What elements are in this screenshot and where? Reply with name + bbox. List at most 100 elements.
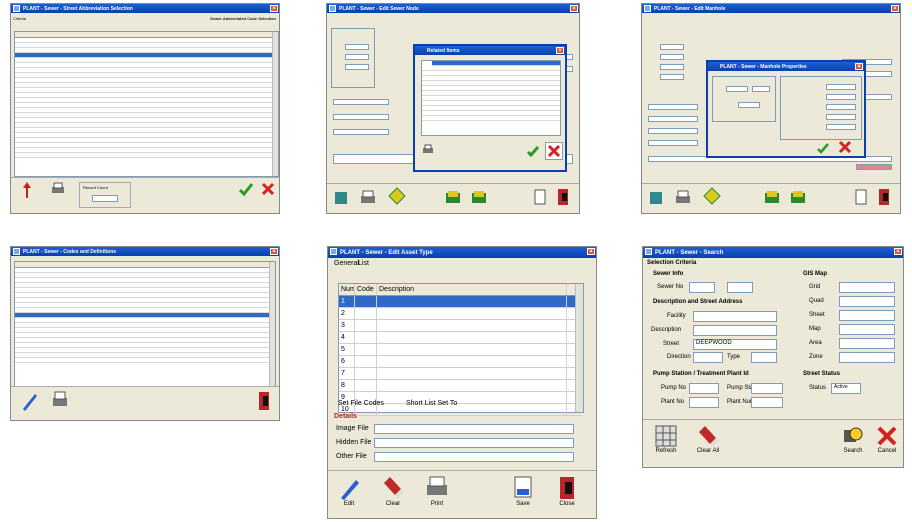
- exit-door-icon[interactable]: [876, 187, 894, 207]
- ok-button[interactable]: [525, 144, 541, 158]
- field[interactable]: [752, 86, 770, 92]
- refresh-button[interactable]: Refresh: [651, 424, 681, 454]
- scrollbar[interactable]: [269, 262, 275, 386]
- delete-button[interactable]: [421, 144, 435, 156]
- edit-button[interactable]: [19, 390, 39, 412]
- edit-icon[interactable]: [648, 188, 666, 208]
- table-row[interactable]: 4: [339, 332, 583, 344]
- cancel-button[interactable]: [259, 181, 277, 197]
- exit-button[interactable]: [255, 390, 275, 412]
- plant-num-select[interactable]: [751, 397, 783, 408]
- status-select[interactable]: Active: [831, 383, 861, 394]
- field[interactable]: [648, 116, 698, 122]
- type-select[interactable]: [751, 352, 777, 363]
- description-input[interactable]: [693, 325, 777, 336]
- pump-no-select[interactable]: [689, 383, 719, 394]
- street-input[interactable]: DEEPWOOD: [693, 339, 777, 350]
- table-row[interactable]: 2: [339, 308, 583, 320]
- clear-all-button[interactable]: Clear All: [693, 424, 723, 454]
- field[interactable]: [826, 124, 856, 130]
- close-icon[interactable]: ×: [570, 5, 578, 12]
- field[interactable]: [660, 64, 684, 70]
- map-input[interactable]: [839, 324, 895, 335]
- close-icon[interactable]: ×: [587, 248, 595, 255]
- printer-icon[interactable]: [359, 188, 377, 208]
- facility-input[interactable]: [693, 311, 777, 322]
- field[interactable]: [660, 44, 684, 50]
- table-row[interactable]: 8: [339, 380, 583, 392]
- field[interactable]: [826, 94, 856, 100]
- close-icon[interactable]: ×: [270, 248, 278, 255]
- sewer-no-to-input[interactable]: [727, 282, 753, 293]
- field[interactable]: [333, 114, 389, 120]
- close-icon[interactable]: ×: [855, 63, 863, 70]
- printer-icon[interactable]: [674, 188, 692, 208]
- ok-button[interactable]: [237, 181, 255, 197]
- other-file-input[interactable]: [374, 452, 574, 462]
- table-row[interactable]: 7: [339, 368, 583, 380]
- area-input[interactable]: [839, 338, 895, 349]
- delete-button[interactable]: [49, 390, 71, 410]
- field[interactable]: [726, 86, 748, 92]
- clear-button[interactable]: Clear: [380, 475, 406, 507]
- pump-sta-select[interactable]: [751, 383, 783, 394]
- print-button[interactable]: [47, 181, 69, 197]
- field[interactable]: [738, 102, 760, 108]
- close-icon[interactable]: ×: [556, 47, 564, 54]
- field[interactable]: [826, 104, 856, 110]
- field[interactable]: [826, 114, 856, 120]
- field[interactable]: [333, 99, 389, 105]
- tab-list[interactable]: List: [358, 260, 369, 267]
- direction-select[interactable]: [693, 352, 723, 363]
- close-button[interactable]: Close: [554, 475, 580, 507]
- close-icon[interactable]: ×: [894, 248, 902, 255]
- field[interactable]: [333, 129, 389, 135]
- field[interactable]: [660, 74, 684, 80]
- remove-button[interactable]: [17, 181, 37, 199]
- table-row[interactable]: 5: [339, 344, 583, 356]
- field[interactable]: [345, 44, 369, 50]
- edit-icon[interactable]: [333, 188, 351, 208]
- save-button[interactable]: Save: [510, 475, 536, 507]
- grid-input[interactable]: [839, 282, 895, 293]
- close-icon[interactable]: ×: [891, 5, 899, 12]
- field[interactable]: [345, 54, 369, 60]
- search-button[interactable]: Search: [839, 424, 867, 454]
- plant-no-select[interactable]: [689, 397, 719, 408]
- folder-icon[interactable]: [445, 190, 461, 204]
- table-row[interactable]: 1: [339, 296, 583, 308]
- field[interactable]: [660, 54, 684, 60]
- folder-icon[interactable]: [790, 190, 806, 204]
- subtab-set-file-codes[interactable]: Set File Codes: [338, 400, 384, 407]
- field[interactable]: [648, 140, 698, 146]
- hidden-file-input[interactable]: [374, 438, 574, 448]
- field[interactable]: [345, 64, 369, 70]
- save-icon[interactable]: [533, 188, 547, 206]
- field[interactable]: [826, 84, 856, 90]
- table-row[interactable]: 6: [339, 356, 583, 368]
- exit-door-icon[interactable]: [555, 187, 573, 207]
- save-icon[interactable]: [854, 188, 868, 206]
- scrollbar[interactable]: [272, 32, 278, 176]
- scrollbar[interactable]: [575, 284, 583, 412]
- field[interactable]: [648, 104, 698, 110]
- diamond-icon[interactable]: [702, 186, 722, 206]
- subtab-short-list[interactable]: Short List Set To: [406, 400, 457, 407]
- folder-icon[interactable]: [471, 190, 487, 204]
- sheet-input[interactable]: [839, 310, 895, 321]
- sewer-no-input[interactable]: [689, 282, 715, 293]
- quad-input[interactable]: [839, 296, 895, 307]
- cancel-button[interactable]: [545, 142, 563, 160]
- image-file-input[interactable]: [374, 424, 574, 434]
- close-icon[interactable]: ×: [270, 5, 278, 12]
- ok-button[interactable]: [816, 142, 830, 154]
- folder-icon[interactable]: [764, 190, 780, 204]
- edit-button[interactable]: Edit: [336, 475, 362, 507]
- table-row[interactable]: 3: [339, 320, 583, 332]
- tab-general[interactable]: General: [334, 260, 359, 267]
- print-button[interactable]: Print: [424, 475, 450, 507]
- cancel-button[interactable]: [836, 140, 854, 154]
- diamond-icon[interactable]: [387, 186, 407, 206]
- cancel-button[interactable]: Cancel: [873, 424, 901, 454]
- zone-input[interactable]: [839, 352, 895, 363]
